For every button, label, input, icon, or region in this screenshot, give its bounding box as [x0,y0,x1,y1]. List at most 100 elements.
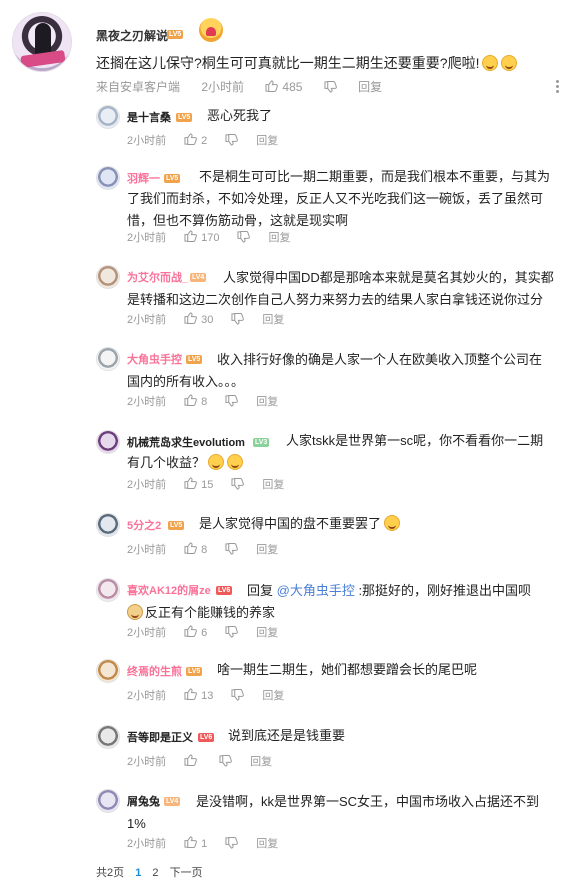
like-button[interactable]: 2 [184,133,207,147]
comment-meta: 来自安卓客户端 2小时前 485 回复 [96,78,382,95]
thumbs-down-icon[interactable] [231,478,245,490]
reply-button[interactable]: 回复 [256,838,278,850]
reply-button[interactable]: 回复 [256,544,278,556]
reply-username[interactable]: 大角虫手控 [127,351,182,367]
thumbs-up-icon [184,688,198,700]
like-count: 8 [201,544,208,556]
like-count: 1 [201,838,208,850]
like-button[interactable]: 15 [184,477,213,491]
page-link-1[interactable]: 1 [135,867,141,879]
level-badge: LV6 [198,733,215,742]
next-page-link[interactable]: 下一页 [170,867,203,879]
avatar[interactable] [96,430,120,454]
smiley-icon [482,55,499,71]
thumbs-down-icon[interactable] [225,626,239,638]
reply-text: 是转播和这边二次创作自己人努力来努力去的结果人家白拿钱还说你过分 [127,292,544,307]
like-count: 8 [201,396,208,408]
reply-text-line2: 反正有个能赚钱的养家 [127,602,275,624]
reply-username[interactable]: 终焉的生煎 [127,663,182,679]
reply-button[interactable]: 回复 [250,756,272,768]
reply-text: 是人家觉得中国的盘不重要罢了 [199,513,401,535]
thumbs-up-icon [184,312,198,324]
like-button[interactable]: 6 [184,625,207,639]
reply-button[interactable]: 回复 [262,690,284,702]
thumbs-down-icon[interactable] [237,231,251,243]
source-label: 来自安卓客户端 [96,80,181,94]
thumbs-up-icon [184,394,198,406]
like-button[interactable]: 485 [265,80,302,94]
grin-icon [208,454,225,470]
reply-meta: 2小时前 30 回复 [127,311,284,327]
reply-text: 收入排行好像的确是人家一个人在欧美收入顶整个公司在 [217,352,543,367]
timestamp: 2小时前 [127,396,167,408]
like-button[interactable]: 30 [184,312,213,326]
pagination: 共2页 1 2 下一页 [96,864,211,880]
reply-username[interactable]: 5分之2 [127,517,161,533]
total-pages-label: 共2页 [96,867,125,879]
level-badge: LV5 [168,521,185,530]
thumbs-down-icon[interactable] [225,134,239,146]
thumbs-down-icon[interactable] [324,81,337,93]
thumbs-down-icon[interactable] [219,755,233,767]
reply-meta: 2小时前 8 回复 [127,393,278,409]
level-badge: LV6 [216,586,233,595]
reply-text: 不是桐生可可比一期二期重要，而是我们根本不重要，与其为 [199,169,551,184]
reply-text: 回复 @大角虫手控 :那挺好的，刚好推退出中国呗 [247,583,532,598]
level-badge: LV4 [190,273,207,282]
reply-username[interactable]: 为艾尔而战_ [127,269,188,285]
like-button[interactable]: 1 [184,836,207,850]
like-count: 485 [282,80,303,94]
comment-text: 还搁在这儿保守?桐生可可真就比一期生二期生还要重要?爬啦! [96,53,566,73]
avatar[interactable] [96,166,120,190]
like-button[interactable]: 8 [184,542,207,556]
user-mention-link[interactable]: @大角虫手控 [277,583,355,598]
reply-button[interactable]: 回复 [358,80,382,94]
thumbs-down-icon[interactable] [225,543,239,555]
reply-button[interactable]: 回复 [262,314,284,326]
avatar[interactable] [96,659,120,683]
avatar[interactable] [96,578,120,602]
more-options-icon[interactable] [556,80,560,94]
thumbs-down-icon[interactable] [225,395,239,407]
avatar[interactable] [12,12,72,72]
timestamp: 2小时前 [127,756,167,768]
reply-button[interactable]: 回复 [256,396,278,408]
level-badge: LV5 [164,174,181,183]
reply-button[interactable]: 回复 [268,232,290,244]
avatar[interactable] [96,265,120,289]
reply-text: 1% [127,816,146,831]
like-count: 13 [201,690,214,702]
reply-username[interactable]: 屑兔兔 [127,793,160,809]
like-button[interactable]: 8 [184,394,207,408]
reply-text: 了我们而封杀，不如冷处理，反正人又不光吃我们这一碗饭，丢了虽然可 [127,191,544,206]
reply-username[interactable]: 喜欢AK12的屑ze [127,582,211,598]
page-link-2[interactable]: 2 [152,867,158,879]
like-button[interactable]: 170 [184,230,219,244]
reply-button[interactable]: 回复 [256,135,278,147]
reply-username[interactable]: 是十言桑 [127,109,171,125]
reply-meta: 2小时前 8 回复 [127,541,278,557]
reply-text: 啥一期生二期生，她们都想要蹭会长的尾巴呢 [217,662,478,677]
avatar[interactable] [96,789,120,813]
reply-meta: 2小时前 15 回复 [127,476,284,492]
avatar[interactable] [96,725,120,749]
timestamp: 2小时前 [127,544,167,556]
like-button[interactable]: 13 [184,688,213,702]
reply-username[interactable]: 机械荒岛求生evolutiom [127,434,245,450]
reply-button[interactable]: 回复 [262,479,284,491]
reply-meta: 2小时前 6 回复 [127,624,278,640]
thumbs-down-icon[interactable] [225,837,239,849]
reply-text: 是没错啊，kk是世界第一SC女王，中国市场收入占据还不到 [196,794,540,809]
comment-username[interactable]: 黑夜之刃解说 [96,27,168,44]
avatar[interactable] [96,513,120,537]
thumbs-down-icon[interactable] [231,689,245,701]
avatar[interactable] [96,105,120,129]
reply-username[interactable]: 羽辉一 [127,170,160,186]
reply-text: 恶心死我了 [207,108,273,123]
reply-button[interactable]: 回复 [256,627,278,639]
thumbs-down-icon[interactable] [231,313,245,325]
reply-username[interactable]: 吾等即是正义 [127,729,193,745]
thumbs-up-icon [184,625,198,637]
like-button[interactable] [184,754,201,768]
avatar[interactable] [96,347,120,371]
